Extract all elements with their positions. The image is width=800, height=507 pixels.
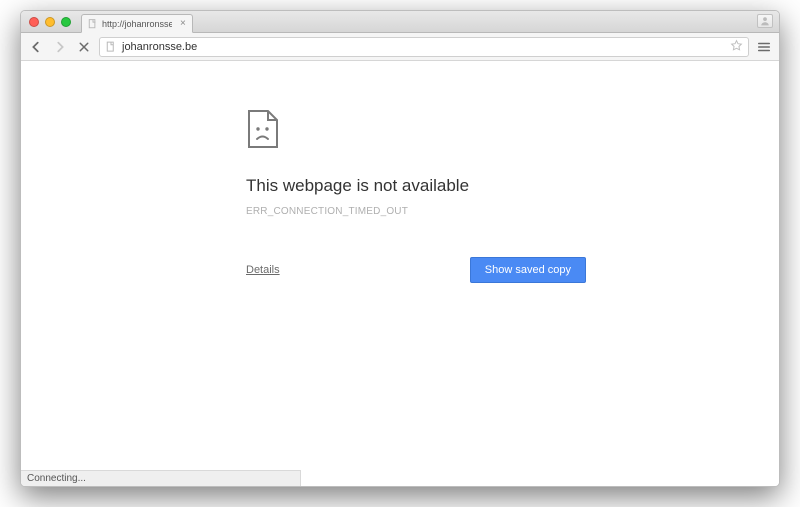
zoom-window-button[interactable] — [61, 17, 71, 27]
sad-page-icon — [246, 109, 586, 154]
arrow-right-icon — [53, 40, 67, 54]
stop-reload-button[interactable] — [75, 38, 93, 56]
browser-window: http://johanronsse.be/ is n × — [20, 10, 780, 487]
arrow-left-icon — [29, 40, 43, 54]
close-icon — [78, 41, 90, 53]
show-saved-copy-button[interactable]: Show saved copy — [470, 257, 586, 283]
bookmark-star-icon[interactable] — [730, 39, 743, 55]
profile-button[interactable] — [757, 14, 773, 28]
close-tab-icon[interactable]: × — [180, 19, 186, 29]
page-icon — [105, 41, 117, 53]
error-block: This webpage is not available ERR_CONNEC… — [246, 109, 586, 283]
forward-button[interactable] — [51, 38, 69, 56]
favicon-icon — [88, 19, 98, 29]
tab-title: http://johanronsse.be/ is n — [102, 19, 172, 29]
address-bar[interactable]: johanronsse.be — [99, 37, 749, 57]
error-code: ERR_CONNECTION_TIMED_OUT — [246, 206, 586, 217]
status-bar: Connecting... — [21, 470, 301, 486]
status-text: Connecting... — [27, 473, 86, 484]
traffic-lights — [21, 17, 71, 27]
details-link[interactable]: Details — [246, 264, 280, 276]
browser-tab[interactable]: http://johanronsse.be/ is n × — [81, 14, 193, 33]
titlebar: http://johanronsse.be/ is n × — [21, 11, 779, 33]
menu-button[interactable] — [755, 38, 773, 56]
toolbar: johanronsse.be — [21, 33, 779, 61]
error-heading: This webpage is not available — [246, 176, 586, 196]
page-viewport: This webpage is not available ERR_CONNEC… — [21, 61, 779, 486]
error-actions: Details Show saved copy — [246, 257, 586, 283]
back-button[interactable] — [27, 38, 45, 56]
url-text: johanronsse.be — [122, 41, 725, 53]
minimize-window-button[interactable] — [45, 17, 55, 27]
close-window-button[interactable] — [29, 17, 39, 27]
hamburger-icon — [757, 40, 771, 54]
